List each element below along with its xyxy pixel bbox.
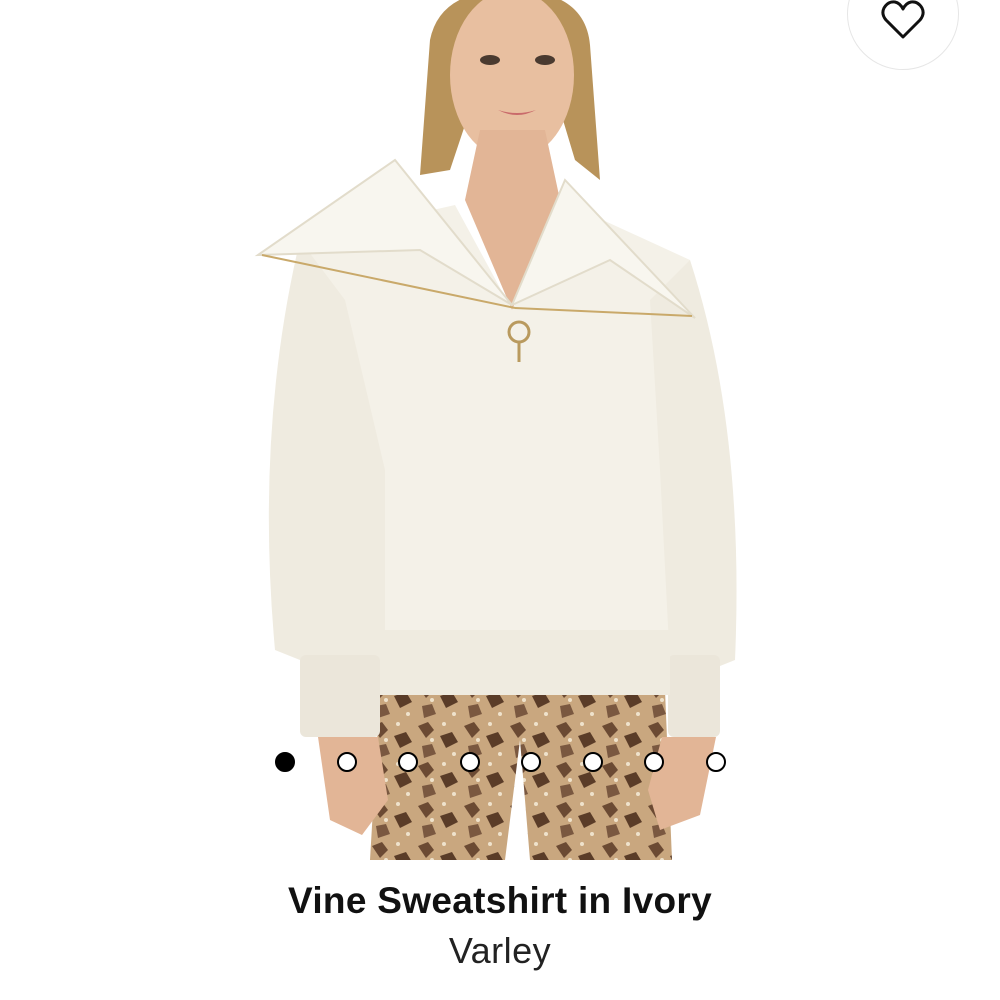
product-title: Vine Sweatshirt in Ivory [288,880,712,921]
pagination-dot[interactable] [336,752,357,772]
pagination-dot[interactable] [521,752,541,772]
product-brand[interactable]: Varley [0,930,1000,972]
pagination-dot[interactable] [582,752,603,772]
product-image[interactable] [0,0,1000,860]
heart-icon [881,0,925,39]
pagination-dot[interactable] [275,752,295,772]
model-photo [254,0,737,860]
pagination-dot[interactable] [459,752,480,772]
image-pagination [270,748,730,776]
pagination-dot[interactable] [398,752,418,772]
pagination-dot[interactable] [705,752,726,772]
pagination-dot[interactable] [644,752,664,772]
